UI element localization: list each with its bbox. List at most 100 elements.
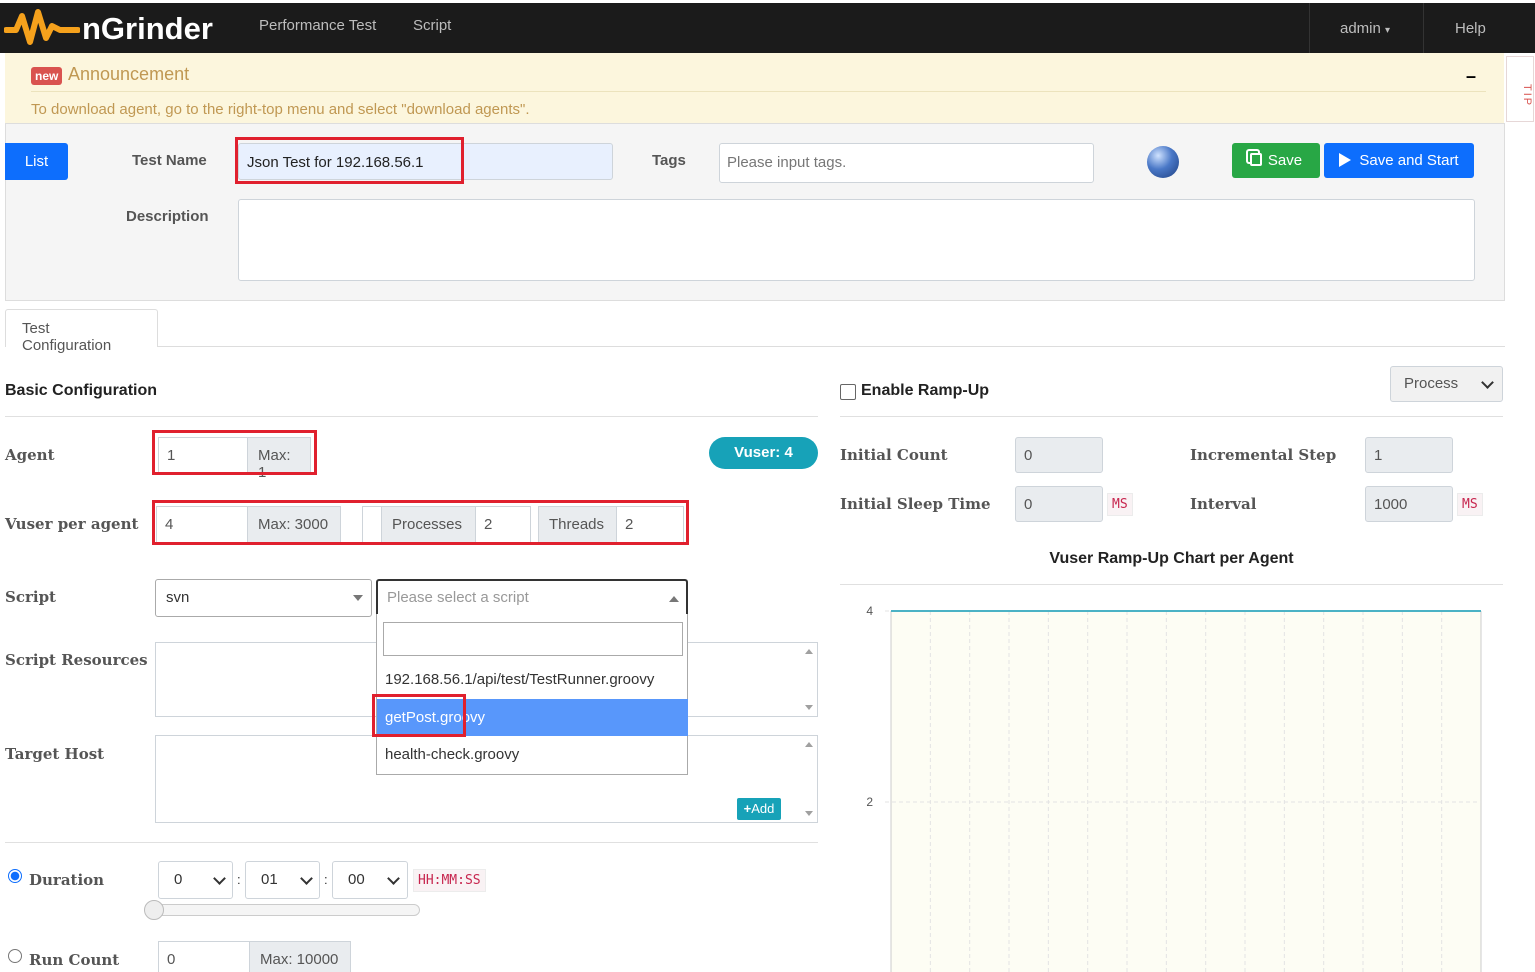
- user-menu-label: admin: [1340, 20, 1381, 37]
- caret-up-icon: [669, 596, 679, 602]
- highlight-box: [372, 694, 466, 737]
- vuser-badge: Vuser: 4: [709, 437, 818, 469]
- highlight-box: [152, 430, 317, 475]
- announcement-title: Announcement: [68, 64, 190, 84]
- run-count-max-addon: Max: 10000: [249, 941, 351, 972]
- description-label: Description: [126, 208, 209, 225]
- rampup-type-select[interactable]: Process: [1390, 366, 1503, 402]
- nav-performance-test[interactable]: Performance Test: [259, 17, 376, 34]
- collapse-button[interactable]: –: [1466, 66, 1476, 87]
- script-search-input[interactable]: [383, 622, 683, 656]
- nav-script[interactable]: Script: [413, 17, 451, 34]
- test-status-icon: [1147, 146, 1179, 178]
- run-count-label: Run Count: [29, 951, 120, 969]
- initial-sleep-time-label: Initial Sleep Time: [840, 495, 991, 513]
- interval-label: Interval: [1190, 495, 1257, 513]
- nav-help[interactable]: Help: [1455, 20, 1486, 37]
- scroll-up-icon[interactable]: [805, 742, 813, 747]
- duration-slider[interactable]: [148, 904, 420, 916]
- chevron-down-icon: [387, 872, 400, 885]
- add-host-label: Add: [751, 801, 775, 816]
- basic-configuration-title: Basic Configuration: [5, 382, 158, 399]
- script-resources-label: Script Resources: [5, 651, 148, 669]
- duration-label: Duration: [29, 871, 105, 889]
- interval-input[interactable]: 1000: [1365, 486, 1453, 522]
- duration-minutes-select[interactable]: 01: [245, 861, 320, 899]
- highlight-box: [235, 137, 464, 184]
- duration-radio[interactable]: [8, 869, 22, 883]
- tags-label: Tags: [652, 152, 686, 169]
- divider: [840, 584, 1503, 585]
- scroll-up-icon[interactable]: [805, 649, 813, 654]
- repository-select[interactable]: svn: [155, 579, 372, 617]
- time-colon: :: [237, 872, 241, 887]
- target-host-label: Target Host: [5, 745, 105, 763]
- ms-unit-hint: MS: [1107, 493, 1133, 516]
- scroll-down-icon[interactable]: [805, 705, 813, 710]
- new-badge: new: [31, 67, 63, 85]
- tab-border: [157, 346, 1505, 347]
- divider: [5, 842, 818, 843]
- duration-hours-value: 0: [174, 871, 183, 888]
- test-name-label: Test Name: [132, 152, 207, 169]
- rampup-type-value: Process: [1404, 375, 1459, 392]
- divider: [5, 416, 818, 417]
- chevron-down-icon: [1481, 376, 1494, 389]
- initial-count-label: Initial Count: [840, 446, 948, 464]
- incremental-step-input[interactable]: 1: [1365, 437, 1453, 473]
- incremental-step-label: Incremental Step: [1190, 446, 1337, 464]
- logo-wave-icon: [4, 9, 80, 45]
- save-and-start-button[interactable]: Save and Start: [1324, 143, 1474, 178]
- duration-format-hint: HH:MM:SS: [413, 869, 486, 892]
- play-icon: [1339, 153, 1352, 167]
- vuser-per-agent-label: Vuser per agent: [5, 515, 139, 533]
- tags-input[interactable]: Please input tags.: [719, 143, 1094, 183]
- chart-ytick-label: 2: [866, 795, 873, 809]
- chevron-down-icon: [213, 872, 226, 885]
- list-button[interactable]: List: [5, 143, 68, 180]
- caret-down-icon: ▾: [1385, 25, 1391, 36]
- rampup-chart: 24: [866, 604, 1482, 972]
- enable-rampup-checkbox[interactable]: [840, 384, 856, 400]
- announcement-text: To download agent, go to the right-top m…: [31, 101, 530, 118]
- duration-minutes-value: 01: [261, 871, 278, 888]
- duration-seconds-select[interactable]: 00: [332, 861, 408, 899]
- divider: [840, 416, 1503, 417]
- save-and-start-label: Save and Start: [1359, 152, 1459, 169]
- chart-ytick-label: 4: [866, 604, 873, 618]
- initial-sleep-time-input[interactable]: 0: [1015, 486, 1103, 522]
- script-option[interactable]: health-check.groovy: [377, 736, 688, 773]
- tip-tab[interactable]: TIP: [1506, 56, 1534, 122]
- caret-down-icon: [353, 595, 363, 601]
- duration-slider-handle[interactable]: [144, 900, 164, 920]
- divider: [31, 91, 1486, 92]
- agent-label: Agent: [5, 446, 55, 464]
- repository-select-value: svn: [166, 589, 190, 606]
- description-textarea[interactable]: [238, 199, 1475, 281]
- copy-icon: [1249, 153, 1262, 166]
- highlight-box: [152, 500, 689, 545]
- add-host-button[interactable]: +Add: [737, 798, 781, 820]
- nav-divider: [1423, 3, 1424, 53]
- tab-test-configuration[interactable]: Test Configuration: [5, 309, 158, 354]
- run-count-input[interactable]: 0: [158, 941, 250, 972]
- save-button[interactable]: Save: [1232, 143, 1320, 178]
- chart-plot-area: [891, 611, 1481, 972]
- duration-hours-select[interactable]: 0: [158, 861, 233, 899]
- enable-rampup-label: Enable Ramp-Up: [861, 382, 990, 399]
- initial-count-input[interactable]: 0: [1015, 437, 1103, 473]
- time-colon: :: [324, 872, 328, 887]
- duration-seconds-value: 00: [348, 871, 365, 888]
- user-menu[interactable]: admin ▾: [1340, 20, 1390, 37]
- ms-unit-hint: MS: [1457, 493, 1483, 516]
- script-label: Script: [5, 588, 56, 606]
- chevron-down-icon: [300, 872, 313, 885]
- script-select-placeholder: Please select a script: [387, 589, 529, 606]
- nav-divider: [1309, 3, 1310, 53]
- scroll-down-icon[interactable]: [805, 811, 813, 816]
- script-select[interactable]: Please select a script: [376, 579, 688, 617]
- run-count-radio[interactable]: [8, 949, 22, 963]
- brand-logo[interactable]: nGrinder: [82, 11, 213, 47]
- script-option[interactable]: 192.168.56.1/api/test/TestRunner.groovy: [377, 661, 688, 698]
- top-navbar: [0, 3, 1535, 53]
